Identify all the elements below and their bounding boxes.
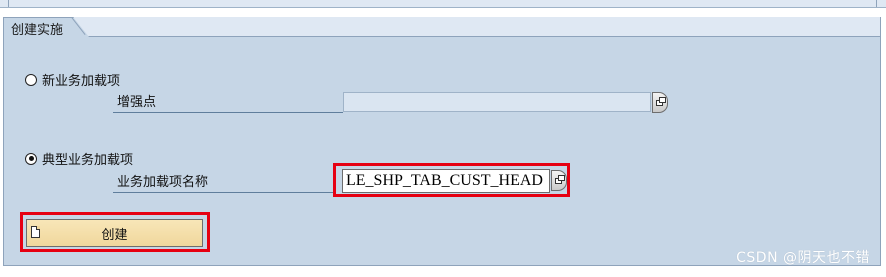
radio-classic-badi[interactable]: 典型业务加载项 xyxy=(25,149,133,168)
divider xyxy=(8,0,9,7)
divider xyxy=(876,0,877,7)
enhancement-point-input[interactable] xyxy=(343,92,651,112)
radio-new-badi-circle[interactable] xyxy=(25,73,37,86)
enhancement-point-label: 增强点 xyxy=(113,94,343,113)
value-help-icon[interactable] xyxy=(551,170,567,191)
badi-name-input[interactable]: LE_SHP_TAB_CUST_HEAD xyxy=(342,169,550,193)
radio-new-badi[interactable]: 新业务加载项 xyxy=(25,70,120,89)
watermark: CSDN @阴天也不错 xyxy=(736,250,870,266)
create-button-label: 创建 xyxy=(101,227,128,243)
radio-classic-badi-circle[interactable] xyxy=(25,152,37,165)
group-header-strip xyxy=(3,17,881,36)
radio-classic-badi-label: 典型业务加载项 xyxy=(42,153,134,168)
group-tab-slope xyxy=(73,17,89,37)
group-title: 创建实施 xyxy=(11,23,64,38)
new-document-icon xyxy=(31,226,40,238)
badi-name-label: 业务加载项名称 xyxy=(113,174,335,193)
value-help-icon[interactable] xyxy=(652,92,668,113)
top-toolbar-edge xyxy=(0,0,886,8)
create-implementation-screen: 创建实施 新业务加载项 增强点 典型业务加载项 业务加载项名称 LE_SHP_T… xyxy=(0,0,886,277)
create-button[interactable]: 创建 xyxy=(26,219,203,247)
radio-new-badi-label: 新业务加载项 xyxy=(42,74,121,89)
